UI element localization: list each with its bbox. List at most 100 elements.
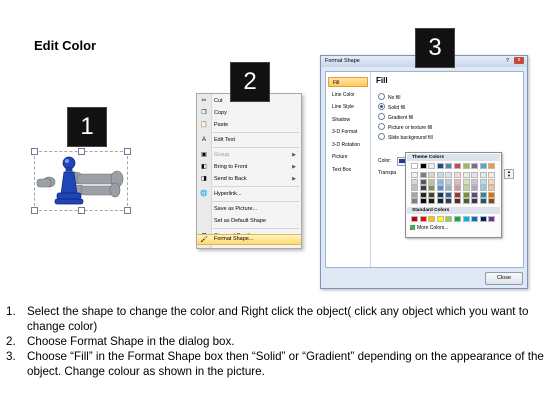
- radio-button[interactable]: [378, 103, 385, 111]
- color-swatch[interactable]: [436, 198, 444, 204]
- nav-item-fill[interactable]: Fill: [328, 77, 368, 87]
- color-swatch[interactable]: [462, 191, 470, 198]
- color-swatch[interactable]: [479, 178, 487, 185]
- color-swatch[interactable]: [471, 178, 479, 185]
- menu-item-paste[interactable]: 📋 Paste: [197, 120, 301, 131]
- color-swatch[interactable]: [419, 198, 427, 204]
- color-swatch[interactable]: [411, 178, 418, 185]
- color-swatch[interactable]: [462, 198, 470, 204]
- color-swatch[interactable]: [428, 191, 436, 198]
- color-swatch[interactable]: [471, 191, 479, 198]
- nav-item-3-d-rotation[interactable]: 3-D Rotation: [328, 140, 368, 150]
- color-swatch[interactable]: [428, 185, 436, 191]
- fill-option-slide-background-fill[interactable]: Slide background fill: [378, 133, 433, 142]
- color-swatch[interactable]: [428, 163, 436, 169]
- color-swatch[interactable]: [436, 191, 444, 198]
- nav-item-line-style[interactable]: Line Style: [328, 102, 368, 112]
- color-swatch[interactable]: [419, 172, 427, 178]
- color-swatch[interactable]: [462, 216, 470, 222]
- menu-item-group[interactable]: ▣ Group ▶: [197, 150, 301, 161]
- nav-item-line-color[interactable]: Line Color: [328, 90, 368, 100]
- radio-button[interactable]: [378, 133, 385, 141]
- color-swatch[interactable]: [436, 185, 444, 191]
- color-swatch[interactable]: [471, 172, 479, 178]
- color-swatch[interactable]: [471, 185, 479, 191]
- color-swatch[interactable]: [428, 172, 436, 178]
- color-swatch[interactable]: [471, 216, 479, 222]
- close-button[interactable]: Close: [485, 272, 523, 285]
- radio-button[interactable]: [378, 93, 385, 101]
- color-swatch[interactable]: [454, 191, 461, 198]
- menu-item-copy[interactable]: ❐ Copy: [197, 108, 301, 119]
- nav-item-shadow[interactable]: Shadow: [328, 115, 368, 125]
- radio-button[interactable]: [378, 113, 385, 121]
- color-swatch[interactable]: [488, 191, 496, 198]
- color-swatch[interactable]: [411, 185, 418, 191]
- color-swatch[interactable]: [454, 198, 461, 204]
- menu-item-set-as-default-shape[interactable]: Set as Default Shape: [197, 216, 301, 227]
- color-swatch[interactable]: [419, 216, 427, 222]
- color-swatch[interactable]: [454, 178, 461, 185]
- radio-button[interactable]: [378, 123, 385, 131]
- color-swatch[interactable]: [411, 172, 418, 178]
- color-swatch[interactable]: [479, 163, 487, 169]
- color-swatch[interactable]: [445, 216, 453, 222]
- fill-option-no-fill[interactable]: No fill: [378, 93, 401, 102]
- color-swatch[interactable]: [454, 185, 461, 191]
- color-swatch[interactable]: [419, 191, 427, 198]
- color-swatch[interactable]: [411, 191, 418, 198]
- close-icon[interactable]: x: [514, 57, 524, 64]
- menu-item-bring-to-front[interactable]: ◧ Bring to Front ▶: [197, 162, 301, 173]
- color-swatch[interactable]: [445, 172, 453, 178]
- color-swatch[interactable]: [419, 163, 427, 169]
- color-swatch[interactable]: [488, 185, 496, 191]
- color-swatch[interactable]: [454, 172, 461, 178]
- color-swatch[interactable]: [488, 198, 496, 204]
- color-swatch[interactable]: [488, 178, 496, 185]
- selected-shape[interactable]: [31, 148, 131, 214]
- menu-item-save-as-picture[interactable]: Save as Picture...: [197, 204, 301, 215]
- color-swatch[interactable]: [479, 172, 487, 178]
- color-swatch[interactable]: [488, 172, 496, 178]
- color-swatch[interactable]: [411, 198, 418, 204]
- color-swatch[interactable]: [454, 216, 461, 222]
- help-icon[interactable]: ?: [504, 58, 511, 64]
- color-swatch[interactable]: [479, 185, 487, 191]
- menu-item-format-shape[interactable]: 🖌 Format Shape...: [197, 234, 301, 245]
- color-swatch[interactable]: [411, 163, 418, 169]
- color-swatch[interactable]: [445, 163, 453, 169]
- color-swatch[interactable]: [419, 185, 427, 191]
- color-swatch[interactable]: [428, 178, 436, 185]
- color-swatch[interactable]: [488, 163, 496, 169]
- color-swatch[interactable]: [479, 198, 487, 204]
- more-colors-option[interactable]: More Colors...: [410, 225, 448, 232]
- color-swatch[interactable]: [479, 191, 487, 198]
- color-swatch[interactable]: [445, 185, 453, 191]
- menu-item-send-to-back[interactable]: ◨ Send to Back ▶: [197, 174, 301, 185]
- color-swatch[interactable]: [436, 172, 444, 178]
- color-swatch[interactable]: [436, 216, 444, 222]
- color-swatch[interactable]: [445, 191, 453, 198]
- color-swatch[interactable]: [445, 178, 453, 185]
- color-swatch[interactable]: [454, 163, 461, 169]
- color-swatch[interactable]: [411, 216, 418, 222]
- menu-item-edit-text[interactable]: A Edit Text: [197, 135, 301, 146]
- menu-item-hyperlink[interactable]: 🌐 Hyperlink...: [197, 189, 301, 200]
- color-swatch[interactable]: [436, 178, 444, 185]
- nav-item-text-box[interactable]: Text Box: [328, 165, 368, 175]
- color-swatch[interactable]: [488, 216, 496, 222]
- fill-option-picture-or-texture-fill[interactable]: Picture or texture fill: [378, 123, 432, 132]
- color-swatch[interactable]: [479, 216, 487, 222]
- color-swatch[interactable]: [462, 163, 470, 169]
- color-swatch[interactable]: [462, 178, 470, 185]
- fill-option-solid-fill[interactable]: Solid fill: [378, 103, 405, 112]
- nav-item-picture[interactable]: Picture: [328, 152, 368, 162]
- color-swatch[interactable]: [462, 172, 470, 178]
- color-swatch[interactable]: [428, 216, 436, 222]
- color-swatch[interactable]: [462, 185, 470, 191]
- transparency-spinner[interactable]: ▲ ▼: [504, 169, 514, 179]
- color-swatch[interactable]: [436, 163, 444, 169]
- color-swatch[interactable]: [428, 198, 436, 204]
- fill-option-gradient-fill[interactable]: Gradient fill: [378, 113, 413, 122]
- color-swatch[interactable]: [471, 163, 479, 169]
